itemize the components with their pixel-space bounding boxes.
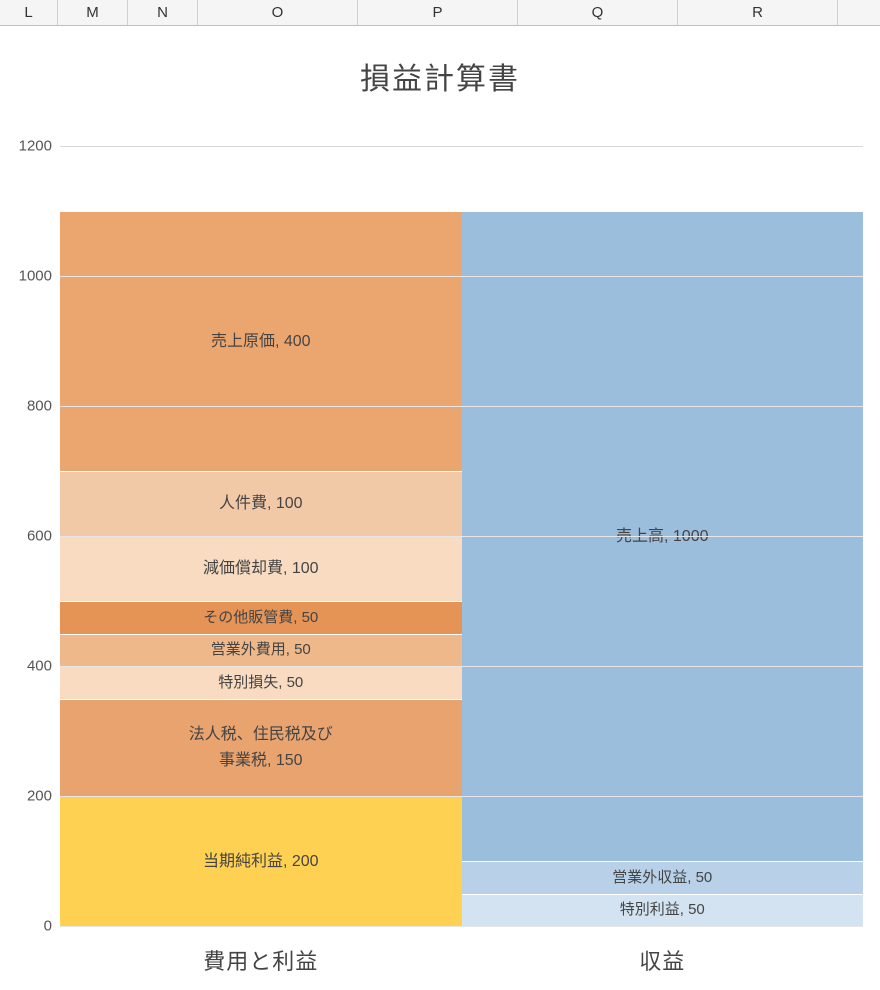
column-header-L[interactable]: L (0, 0, 58, 25)
chart-area: 損益計算書 当期純利益, 200 法人税、住民税及び事業税, 150 特別損失, 5… (0, 26, 880, 990)
bar-segment: 営業外費用, 50 (60, 634, 462, 667)
chart-title: 損益計算書 (0, 26, 880, 98)
bar-segment: その他販管費, 50 (60, 601, 462, 634)
column-header-R[interactable]: R (678, 0, 838, 25)
segment-label: 事業税, 150 (219, 748, 303, 774)
y-tick-label: 600 (10, 528, 52, 545)
gridline (60, 146, 863, 147)
segment-label: その他販管費, 50 (203, 609, 318, 627)
segment-label: 減価償却費, 100 (203, 556, 319, 582)
gridline (60, 926, 863, 927)
gridline (60, 276, 863, 277)
bar-segment: 売上原価, 400 (60, 211, 462, 471)
column-header-Q[interactable]: Q (518, 0, 678, 25)
segment-label: 当期純利益, 200 (203, 849, 319, 875)
x-axis-label: 費用と利益 (60, 944, 462, 976)
bar-segment: 法人税、住民税及び事業税, 150 (60, 699, 462, 797)
segment-label: 人件費, 100 (219, 491, 303, 517)
y-tick-label: 1200 (10, 138, 52, 155)
column-header-O[interactable]: O (198, 0, 358, 25)
gridline (60, 536, 863, 537)
y-tick-label: 800 (10, 398, 52, 415)
segment-label: 法人税、住民税及び (189, 722, 333, 748)
y-tick-label: 200 (10, 788, 52, 805)
column-header-row: LMNOPQR (0, 0, 880, 26)
y-tick-label: 0 (10, 918, 52, 935)
column-header-M[interactable]: M (58, 0, 128, 25)
segment-label: 営業外費用, 50 (211, 641, 311, 659)
bar-segment: 営業外収益, 50 (462, 861, 864, 894)
gridline (60, 406, 863, 407)
segment-label: 特別利益, 50 (620, 901, 705, 919)
bar-segment: 人件費, 100 (60, 471, 462, 536)
y-tick-label: 1000 (10, 268, 52, 285)
segment-label: 営業外収益, 50 (612, 869, 712, 887)
column-header-N[interactable]: N (128, 0, 198, 25)
bar-segment: 特別損失, 50 (60, 666, 462, 699)
x-axis-label: 収益 (462, 944, 864, 976)
y-tick-label: 400 (10, 658, 52, 675)
bar-segment: 特別利益, 50 (462, 894, 864, 927)
segment-label: 特別損失, 50 (218, 674, 303, 692)
bar-segment: 当期純利益, 200 (60, 796, 462, 926)
column-header-P[interactable]: P (358, 0, 518, 25)
gridline (60, 796, 863, 797)
bar-segment: 減価償却費, 100 (60, 536, 462, 601)
segment-label: 売上原価, 400 (211, 329, 311, 355)
gridline (60, 666, 863, 667)
plot-area: 当期純利益, 200 法人税、住民税及び事業税, 150 特別損失, 50 営業外費用… (60, 146, 863, 926)
